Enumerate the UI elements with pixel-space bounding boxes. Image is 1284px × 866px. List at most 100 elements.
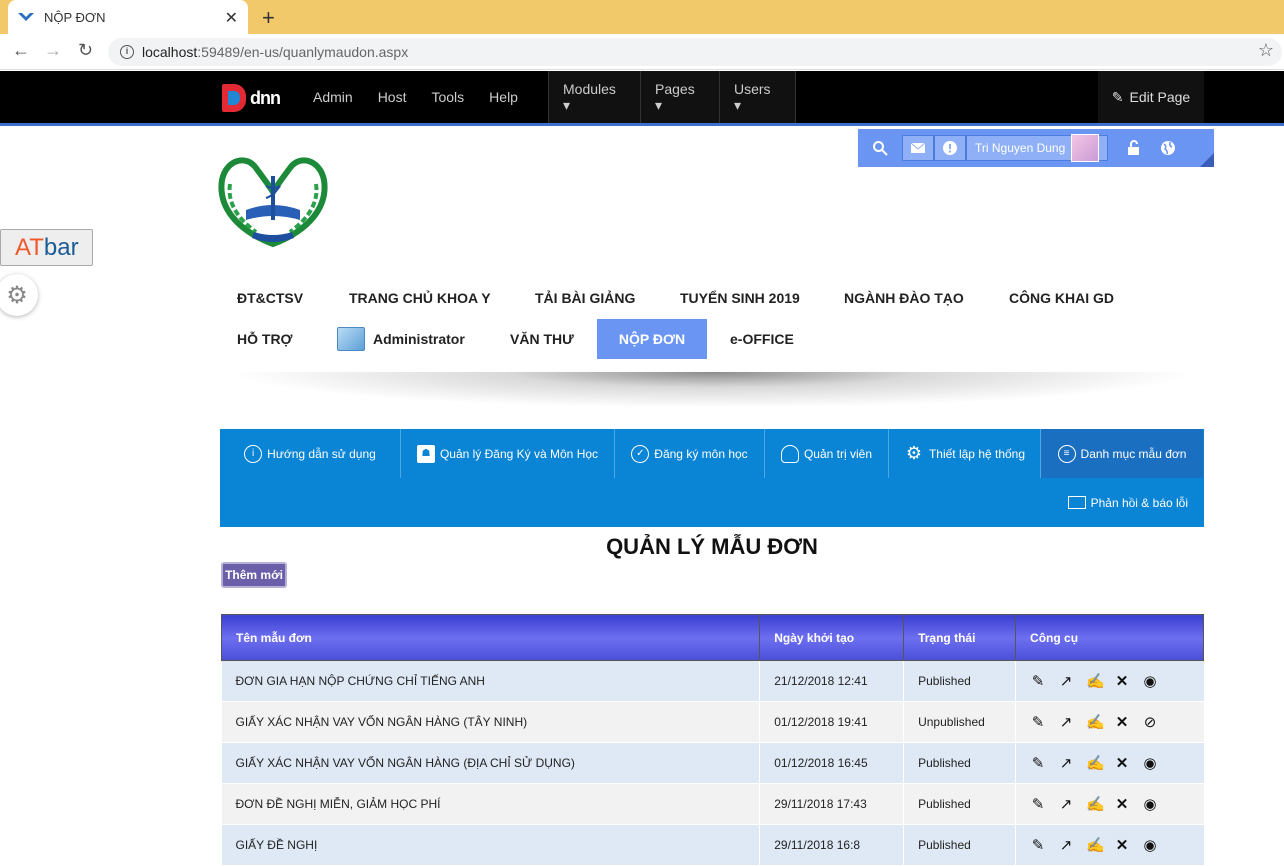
cell-status: Published [903,660,1016,702]
menu-item-cong-khai[interactable]: CÔNG KHAI GD [1009,278,1114,318]
edit-icon[interactable]: ✎ [1030,672,1046,690]
university-logo[interactable] [216,140,330,250]
open-external-icon[interactable]: ↗ [1058,672,1074,690]
open-external-icon[interactable]: ↗ [1058,713,1074,731]
cell-status: Published [903,824,1016,866]
delete-icon[interactable]: ✕ [1114,713,1130,731]
url-host: localhost [142,44,198,60]
module-nav-quan-tri-vien[interactable]: Quản trị viên [765,429,889,478]
reload-icon[interactable]: ↻ [78,40,93,61]
site-info-icon[interactable]: i [120,45,134,59]
view-icon[interactable]: ◉ [1142,672,1158,690]
administrator-icon [337,327,365,351]
module-nav: i Hướng dẫn sử dụng ☗ Quản lý Đăng Ký và… [220,429,1204,527]
module-nav-dang-ky-mon-hoc[interactable]: ✓ Đăng ký môn học [615,429,765,478]
url-input[interactable]: i localhost:59489/en-us/quanlymaudon.asp… [108,38,1282,66]
edit-icon[interactable]: ✎ [1030,754,1046,772]
messages-icon[interactable] [902,135,934,161]
tab-title: NỘP ĐƠN [44,9,106,25]
globe-icon[interactable] [1154,136,1182,160]
tab-close-icon[interactable]: ✕ [225,8,238,28]
view-hidden-icon[interactable]: ⊘ [1142,713,1158,731]
module-nav-label: Thiết lập hệ thống [928,446,1026,461]
column-header-status[interactable]: Trạng thái [903,614,1017,661]
dnn-menu-admin[interactable]: Admin [313,89,353,105]
edit-icon[interactable]: ✎ [1030,836,1046,854]
edit-content-icon[interactable]: ✍ [1086,754,1105,772]
menu-item-trang-chu[interactable]: TRANG CHỦ KHOA Y [349,278,491,318]
delete-icon[interactable]: ✕ [1114,795,1130,813]
user-icon [780,444,799,463]
column-header-name[interactable]: Tên mẫu đơn [220,614,761,661]
column-header-date[interactable]: Ngày khởi tạo [759,614,905,661]
users-group-icon: ☗ [416,444,435,463]
pencil-icon: ✎ [1111,88,1124,105]
edit-page-button[interactable]: ✎ Edit Page [1098,71,1204,123]
notifications-icon[interactable] [934,135,966,161]
menu-item-tuyen-sinh[interactable]: TUYỂN SINH 2019 [680,278,800,318]
add-new-button[interactable]: Thêm mới [221,562,287,588]
edit-content-icon[interactable]: ✍ [1086,836,1105,854]
cell-tools: ✎ ↗ ✍ ✕ ◉ [1015,824,1204,866]
new-tab-button[interactable]: + [262,5,275,31]
menu-item-ho-tro[interactable]: HỖ TRỢ [237,319,293,359]
edit-icon[interactable]: ✎ [1030,795,1046,813]
edit-content-icon[interactable]: ✍ [1086,672,1105,690]
module-nav-quan-ly-dang-ky[interactable]: ☗ Quản lý Đăng Ký và Môn Học [401,429,615,478]
cell-form-name: GIẤY XÁC NHẬN VAY VỐN NGÂN HÀNG (TÂY NIN… [221,701,760,743]
forward-arrow-icon[interactable]: → [44,40,62,61]
menu-item-nop-don[interactable]: NỘP ĐƠN [597,319,707,359]
dnn-control-bar: dnn Admin Host Tools Help Modules ▾ Page… [0,71,1284,126]
cell-created-date: 21/12/2018 12:41 [759,660,904,702]
cell-tools: ✎ ↗ ✍ ✕ ◉ [1015,660,1204,702]
page-title: QUẢN LÝ MẪU ĐƠN [606,534,818,559]
delete-icon[interactable]: ✕ [1114,672,1130,690]
delete-icon[interactable]: ✕ [1114,754,1130,772]
dnn-menu-pages[interactable]: Pages ▾ [640,71,719,123]
view-icon[interactable]: ◉ [1142,795,1158,813]
cell-tools: ✎ ↗ ✍ ✕ ⊘ [1015,701,1204,743]
edit-content-icon[interactable]: ✍ [1086,795,1105,813]
gear-icon: ⚙ [905,443,923,463]
dnn-menu-tools[interactable]: Tools [431,89,464,105]
dnn-logo-text: dnn [250,87,281,108]
cell-tools: ✎ ↗ ✍ ✕ ◉ [1015,742,1204,784]
module-nav-huong-dan[interactable]: i Hướng dẫn sử dụng [220,429,401,478]
delete-icon[interactable]: ✕ [1114,836,1130,854]
open-external-icon[interactable]: ↗ [1058,795,1074,813]
menu-item-administrator[interactable]: Administrator [337,319,465,359]
settings-gear-icon[interactable]: ⚙ [0,274,38,316]
menu-item-nganh-dao-tao[interactable]: NGÀNH ĐÀO TẠO [844,278,964,318]
dnn-menu-modules[interactable]: Modules ▾ [548,71,640,123]
view-icon[interactable]: ◉ [1142,836,1158,854]
menu-item-dt-ctsv[interactable]: ĐT&CTSV [237,278,303,318]
user-profile-link[interactable]: Tri Nguyen Dung [966,134,1108,162]
module-nav-feedback[interactable]: Phản hồi & báo lỗi [1067,478,1188,527]
back-arrow-icon[interactable]: ← [12,40,30,61]
browser-tab[interactable]: NỘP ĐƠN ✕ [8,0,248,34]
view-icon[interactable]: ◉ [1142,754,1158,772]
dnn-logo[interactable]: dnn [222,84,281,112]
dnn-menu-help[interactable]: Help [489,89,518,105]
cell-created-date: 29/11/2018 16:8 [759,824,904,866]
menu-item-e-office[interactable]: e-OFFICE [730,319,794,359]
cell-status: Published [903,742,1016,784]
menu-item-van-thu[interactable]: VĂN THƯ [510,319,574,359]
module-nav-danh-muc-mau-don[interactable]: ≡ Danh mục mẫu đơn [1041,429,1203,478]
open-external-icon[interactable]: ↗ [1058,836,1074,854]
lock-icon[interactable] [1120,136,1148,160]
check-circle-icon: ✓ [631,444,650,463]
atbar-button[interactable]: AT bar [0,229,93,266]
browser-tabstrip: NỘP ĐƠN ✕ + [0,0,1284,34]
bookmark-star-icon[interactable]: ☆ [1258,40,1274,61]
menu-item-tai-bai-giang[interactable]: TẢI BÀI GIẢNG [535,278,635,318]
dnn-menu-host[interactable]: Host [378,89,407,105]
module-nav-thiet-lap[interactable]: ⚙ Thiết lập hệ thống [889,429,1041,478]
open-external-icon[interactable]: ↗ [1058,754,1074,772]
edit-content-icon[interactable]: ✍ [1086,713,1105,731]
atbar-label-at: AT [15,233,44,261]
search-icon[interactable] [866,136,894,160]
table-row: GIẤY XÁC NHẬN VAY VỐN NGÂN HÀNG (TÂY NIN… [221,701,1204,743]
dnn-menu-users[interactable]: Users ▾ [719,71,796,123]
edit-icon[interactable]: ✎ [1030,713,1046,731]
